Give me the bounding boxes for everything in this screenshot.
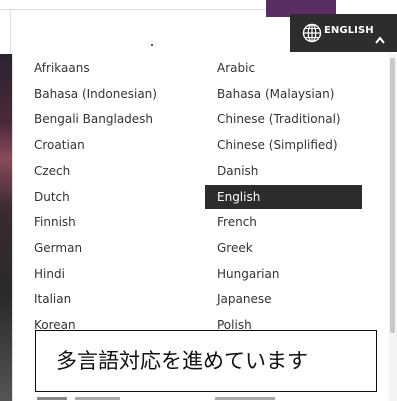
language-selector-button[interactable]: ENGLISH	[290, 14, 397, 52]
language-option-english[interactable]: English	[205, 184, 362, 209]
page-marker-dot	[151, 44, 153, 46]
language-option-chinese-simplified[interactable]: Chinese (Simplified)	[205, 133, 362, 157]
language-option-chinese-traditional[interactable]: Chinese (Traditional)	[205, 107, 362, 131]
language-button-label: ENGLISH	[324, 25, 374, 36]
background-photo-strip	[0, 54, 12, 401]
language-option-afrikaans[interactable]: Afrikaans	[22, 56, 202, 80]
globe-icon	[302, 23, 322, 43]
page-border-left	[10, 10, 11, 54]
language-option-greek[interactable]: Greek	[205, 236, 362, 260]
screenshot-stage: ENGLISH Afrikaans Bahasa (Indonesian) Beng…	[0, 0, 397, 401]
language-option-hungarian[interactable]: Hungarian	[205, 262, 362, 286]
language-option-bahasa-indonesian[interactable]: Bahasa (Indonesian)	[22, 82, 202, 106]
language-option-bengali-bangladesh[interactable]: Bengali Bangladesh	[22, 107, 202, 131]
language-option-dutch[interactable]: Dutch	[22, 185, 202, 209]
language-option-danish[interactable]: Danish	[205, 159, 362, 183]
page-border-top	[0, 9, 266, 10]
language-option-japanese[interactable]: Japanese	[205, 287, 362, 311]
language-option-croatian[interactable]: Croatian	[22, 133, 202, 157]
language-option-finnish[interactable]: Finnish	[22, 210, 202, 234]
annotation-callout-box: 多言語対応を進めています	[35, 330, 377, 392]
language-option-italian[interactable]: Italian	[22, 287, 202, 311]
language-option-czech[interactable]: Czech	[22, 159, 202, 183]
language-option-german[interactable]: German	[22, 236, 202, 260]
language-option-french[interactable]: French	[205, 210, 362, 234]
partially-hidden-row-fragments	[37, 397, 275, 400]
dropdown-scrollbar-thumb[interactable]	[390, 58, 395, 333]
language-option-hindi[interactable]: Hindi	[22, 262, 202, 286]
language-option-arabic[interactable]: Arabic	[205, 56, 362, 80]
language-option-bahasa-malaysian[interactable]: Bahasa (Malaysian)	[205, 82, 362, 106]
chevron-up-icon	[375, 29, 385, 44]
annotation-callout-text: 多言語対応を進めています	[56, 349, 308, 373]
